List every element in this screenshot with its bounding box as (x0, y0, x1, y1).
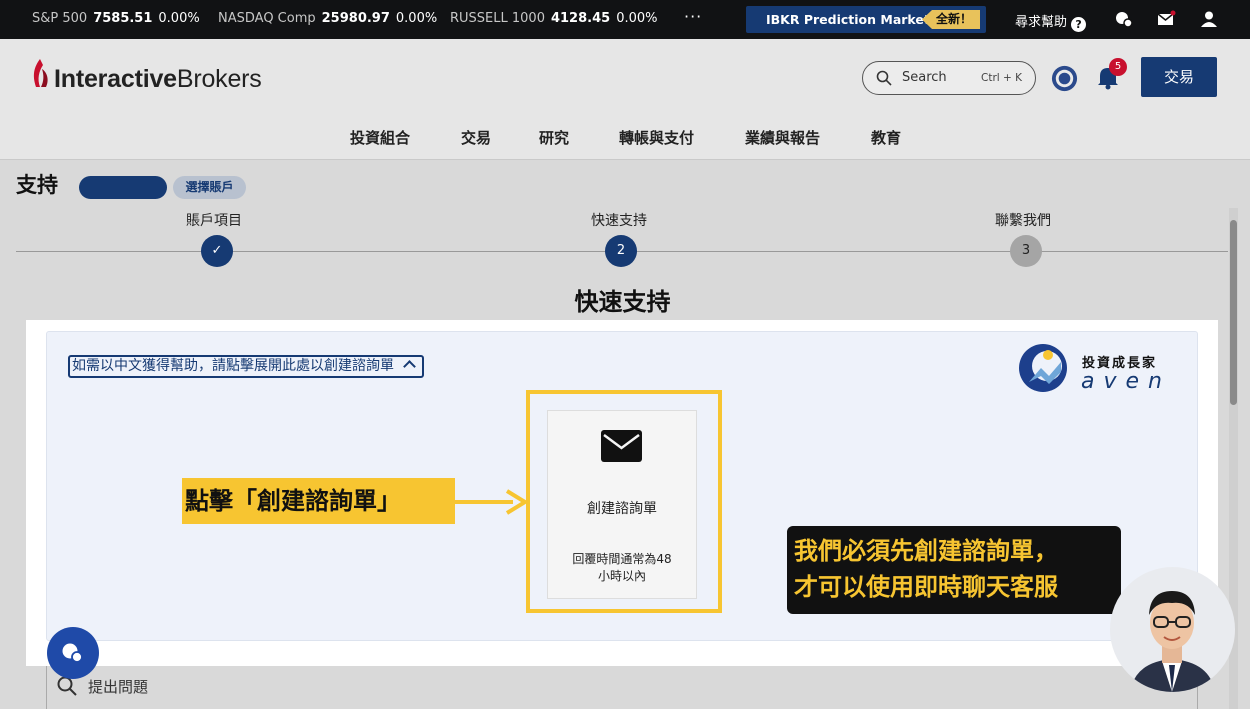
search-input[interactable]: Search Ctrl + K (862, 61, 1036, 95)
ticker-name: NASDAQ Comp (218, 11, 316, 26)
ticker-change: 0.00% (616, 11, 658, 26)
subtitle-line-1: 回覆時間通常為48 (572, 552, 672, 566)
chat-icon (62, 643, 83, 663)
presenter-portrait-icon (1130, 591, 1215, 692)
nav-item-trade[interactable]: 交易 (461, 127, 491, 148)
step-label-contact-us: 聯繫我們 (995, 213, 1051, 229)
help-label: 尋求幫助 (1015, 15, 1068, 30)
note-line-2: 才可以使用即時聊天客服 (794, 573, 1058, 601)
aven-brand-logo-icon (1019, 344, 1067, 392)
ticker-value: 25980.97 (321, 11, 390, 26)
nav-item-research[interactable]: 研究 (539, 127, 569, 148)
subtitle-line-2: 小時以內 (597, 569, 646, 583)
section-title: 快速支持 (574, 288, 671, 316)
trade-button[interactable]: 交易 (1141, 57, 1217, 97)
create-ticket-subtitle: 回覆時間通常為48 小時以內 (547, 551, 697, 585)
help-icon: ? (1071, 17, 1087, 32)
ticker-name: S&P 500 (32, 11, 88, 26)
chevron-up-icon (403, 360, 416, 373)
ibkr-flame-icon (33, 59, 48, 87)
account-id-pill[interactable] (79, 176, 167, 199)
help-button[interactable]: 尋求幫助? (1015, 11, 1087, 32)
mail-icon[interactable] (1156, 9, 1176, 29)
brand-name-en: aven (1081, 369, 1171, 394)
logo-wordmark: InteractiveBrokers (54, 65, 262, 93)
step-marker-current: 2 (605, 235, 637, 267)
page-title: 支持 (16, 173, 58, 197)
ask-question-input[interactable] (46, 660, 1198, 709)
ticker-value: 4128.45 (550, 11, 611, 26)
annotation-note: 我們必須先創建諮詢單， 才可以使用即時聊天客服 (787, 526, 1121, 614)
notification-count-badge: 5 (1109, 58, 1127, 76)
ticker-nasdaq[interactable]: NASDAQ Comp 25980.97 0.00% (218, 11, 437, 26)
search-shortcut: Ctrl + K (981, 72, 1023, 84)
mail-icon (601, 430, 642, 462)
callout-label: 點擊「創建諮詢單」 (182, 478, 455, 524)
user-icon[interactable] (1199, 9, 1219, 29)
main-nav: 投資組合 交易 研究 轉帳與支付 業績與報告 教育 (0, 125, 1250, 149)
prediction-markets-label: IBKR Prediction Markets (766, 12, 938, 27)
select-account-button[interactable]: 選擇賬戶 (173, 176, 246, 199)
step-marker-todo: 3 (1010, 235, 1042, 267)
scrollbar-thumb[interactable] (1230, 220, 1237, 405)
site-header: InteractiveBrokers Search Ctrl + K 5 交易 … (0, 39, 1250, 160)
create-ticket-title: 創建諮詢單 (587, 501, 657, 517)
nav-item-portfolio[interactable]: 投資組合 (350, 127, 410, 148)
nav-item-transfer-pay[interactable]: 轉帳與支付 (619, 127, 694, 148)
arrow-right-icon (455, 489, 527, 515)
more-tickers-button[interactable]: ··· (684, 7, 702, 26)
ticker-sp500[interactable]: S&P 500 7585.51 0.00% (32, 11, 200, 26)
step-label-account: 賬戶項目 (186, 213, 242, 229)
chat-icon[interactable] (1114, 9, 1134, 29)
search-placeholder: Search (902, 70, 947, 85)
prediction-markets-banner[interactable]: IBKR Prediction Markets 全新！ (746, 6, 986, 33)
ask-question-placeholder: 提出問題 (88, 678, 149, 696)
step-label-quick-support: 快速支持 (591, 213, 647, 229)
checkmark-icon[interactable]: ✓ (201, 235, 233, 267)
chinese-help-expand-link[interactable]: 如需以中文獲得幫助，請點擊展開此處以創建諮詢單 (68, 355, 424, 378)
nav-item-education[interactable]: 教育 (871, 127, 901, 148)
chat-fab-button[interactable] (47, 627, 99, 679)
assistant-ring-icon[interactable] (1050, 64, 1079, 93)
presenter-avatar (1110, 567, 1235, 692)
search-icon (876, 70, 892, 86)
ticker-value: 7585.51 (93, 11, 153, 26)
ticker-change: 0.00% (395, 11, 438, 26)
ticker-change: 0.00% (158, 11, 200, 26)
market-ticker-bar: S&P 500 7585.51 0.00% NASDAQ Comp 25980.97 0… (0, 0, 1250, 39)
new-badge: 全新！ (922, 10, 980, 29)
ticker-russell[interactable]: RUSSELL 1000 4128.45 0.00% (450, 11, 658, 26)
note-line-1: 我們必須先創建諮詢單， (794, 537, 1058, 565)
chinese-help-label: 如需以中文獲得幫助，請點擊展開此處以創建諮詢單 (72, 358, 394, 374)
nav-item-performance-reports[interactable]: 業績與報告 (745, 127, 820, 148)
ticker-name: RUSSELL 1000 (450, 11, 545, 26)
